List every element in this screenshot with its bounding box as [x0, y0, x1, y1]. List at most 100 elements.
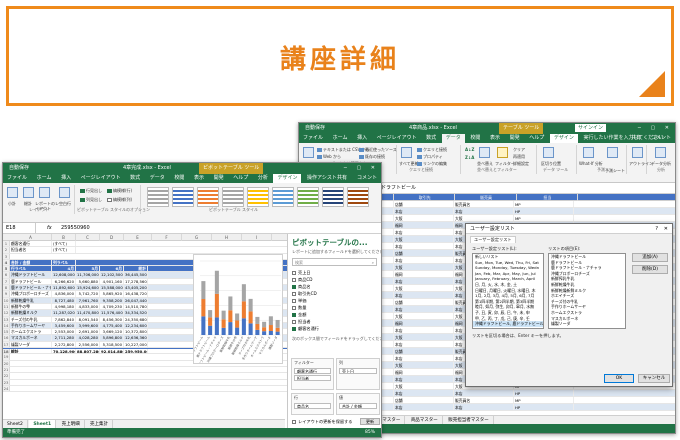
- chart-bar[interactable]: [262, 327, 267, 332]
- row-number[interactable]: 20: [3, 360, 10, 366]
- row-number[interactable]: 24: [3, 385, 10, 392]
- queries-connections-button[interactable]: クエリと接続: [417, 147, 447, 152]
- chart-bar[interactable]: [241, 318, 246, 335]
- tab-file-front[interactable]: ファイル: [3, 174, 31, 183]
- pivot-value[interactable]: 8,456,300: [100, 316, 124, 322]
- signin-button[interactable]: サインイン: [575, 124, 607, 132]
- cell-mark[interactable]: MP: [514, 215, 574, 221]
- tab-file[interactable]: ファイル: [299, 134, 327, 143]
- cell-store[interactable]: 本店: [394, 243, 454, 249]
- sort-button[interactable]: 並べ替え: [477, 161, 493, 166]
- values-area[interactable]: 値 合計 / 金額: [336, 393, 380, 415]
- from-web-button[interactable]: Web から: [317, 154, 341, 159]
- pivot-value[interactable]: 2,711,280: [52, 335, 76, 341]
- autosave-label-front[interactable]: 自動保存: [9, 165, 29, 171]
- pivot-value[interactable]: 4,028,280: [76, 335, 100, 341]
- cell-staff[interactable]: 販売員名: [454, 201, 514, 207]
- row-number[interactable]: 23: [3, 379, 10, 385]
- row-number[interactable]: 22: [3, 373, 10, 379]
- cell-store[interactable]: 大阪: [394, 264, 454, 270]
- tab-help[interactable]: ヘルプ: [525, 134, 548, 143]
- pivot-value[interactable]: 10,227,000: [124, 341, 148, 347]
- cell-staff[interactable]: 本店: [454, 404, 514, 410]
- share-button[interactable]: 共有: [627, 134, 645, 143]
- rows-area[interactable]: 行 商品名: [291, 393, 334, 415]
- share-button-front[interactable]: 共有: [333, 174, 351, 183]
- chart-bar[interactable]: [275, 319, 280, 328]
- pivot-value[interactable]: 2,556,000: [76, 341, 100, 347]
- pivot-value[interactable]: 8,727,480: [52, 297, 76, 303]
- cell-store[interactable]: 本店: [394, 208, 454, 214]
- tab-formulas[interactable]: 数式: [422, 134, 440, 143]
- chart-bar[interactable]: [275, 327, 280, 332]
- column-letter[interactable]: I: [242, 234, 272, 241]
- window-buttons-front[interactable]: ─ ▢ ✕: [344, 163, 379, 174]
- tab-data-front[interactable]: データ: [146, 174, 169, 183]
- field-checkbox[interactable]: 取引先CD: [288, 290, 381, 297]
- data-analysis-button[interactable]: データ分析: [651, 161, 671, 166]
- zoom-level[interactable]: 85%: [365, 428, 375, 437]
- tab-view[interactable]: 表示: [486, 134, 504, 143]
- pivot-value[interactable]: 9,358,200: [100, 297, 124, 303]
- pivot-value[interactable]: 2,553,000: [52, 329, 76, 335]
- pivot-value[interactable]: 36,445,500: [124, 272, 148, 278]
- delete-button[interactable]: 削除(D): [632, 265, 668, 274]
- pivot-total-value[interactable]: 70,128,900: [52, 349, 76, 354]
- pivot-value[interactable]: 4,833,000: [76, 303, 100, 310]
- row-number[interactable]: 9: [3, 291, 10, 297]
- pivot-row-label[interactable]: 沖縄ドラフトビール: [10, 272, 52, 278]
- cell-store[interactable]: 大阪: [394, 362, 454, 368]
- pivot-row-label[interactable]: 沖縄プロボーロチーズ: [10, 291, 52, 297]
- pivot-value[interactable]: 5,318,500: [100, 341, 124, 347]
- text-to-columns-button[interactable]: 区切り位置: [541, 161, 561, 166]
- custom-list-item[interactable]: 1月, 2月, 3月, 4月, 5月, 6月, 7月: [473, 293, 543, 299]
- sheet-tab-front-2[interactable]: 売上明細: [58, 420, 85, 428]
- row-number[interactable]: 6: [3, 272, 10, 278]
- row-number[interactable]: 18: [3, 349, 10, 354]
- pivot-value[interactable]: 8,091,540: [76, 316, 100, 322]
- pivot-value[interactable]: 4,901,160: [100, 278, 124, 285]
- style-swatch[interactable]: [347, 187, 369, 207]
- filter-label[interactable]: 顧客名通行: [10, 241, 52, 247]
- pivot-total-label[interactable]: 総計: [10, 349, 52, 354]
- pivot-row-label[interactable]: 新鮮乾燥牛乳: [10, 297, 52, 303]
- cell-mark[interactable]: HP: [514, 404, 574, 410]
- chart-bar[interactable]: [255, 329, 260, 335]
- sheet-grid-front[interactable]: ABCDEFGHI 1 顧客名通行 (すべて) 2 担当者名 (すべて) 3 4 合計 / 金額…: [3, 234, 287, 419]
- tab-review[interactable]: 校閲: [466, 134, 484, 143]
- cell-store[interactable]: 大阪: [394, 285, 454, 291]
- pivot-value[interactable]: 16,438,720: [124, 291, 148, 297]
- pivot-column-head[interactable]: 4月: [52, 266, 76, 272]
- column-letter[interactable]: D: [100, 234, 124, 241]
- tab-insert[interactable]: 挿入: [353, 134, 371, 143]
- cell-store[interactable]: 本店: [394, 341, 454, 347]
- row-number[interactable]: 13: [3, 316, 10, 322]
- banded-columns-checkbox[interactable]: 縞模様(列): [107, 197, 132, 202]
- field-checkbox[interactable]: 商品名: [288, 283, 381, 290]
- cell-mark[interactable]: MP: [514, 201, 574, 207]
- checkbox-icon[interactable]: [292, 285, 296, 289]
- style-swatch[interactable]: [222, 187, 244, 207]
- column-letter[interactable]: E: [124, 234, 152, 241]
- chart-bar[interactable]: [241, 301, 246, 319]
- cell-store[interactable]: 福岡: [394, 222, 454, 228]
- row-headers-checkbox[interactable]: 行見出し: [80, 188, 102, 193]
- row-number[interactable]: 2: [3, 247, 10, 253]
- tab-developer-front[interactable]: 開発: [210, 174, 228, 183]
- cell-store[interactable]: 本店: [394, 278, 454, 284]
- pivot-total-value[interactable]: 259,950,060: [124, 349, 148, 354]
- column-letter[interactable]: A: [10, 234, 52, 241]
- cell-store[interactable]: 本店: [394, 376, 454, 382]
- list-entries-textbox[interactable]: 沖縄ドラフトビール 鹿ドラフトビール 鹿ドラフトビール・ナチャラ 沖縄プロボーロチーズ…: [548, 253, 626, 329]
- pivot-value-label[interactable]: 合計 / 金額: [10, 259, 52, 266]
- pivot-row-label[interactable]: 鹿ドラフトビール・ナチャラ: [10, 285, 52, 291]
- tab-view-front[interactable]: 表示: [190, 174, 208, 183]
- what-if-icon[interactable]: [583, 147, 594, 158]
- chart-bar[interactable]: [262, 321, 267, 328]
- existing-connections-button[interactable]: 既存の接続: [359, 154, 385, 159]
- refresh-all-label[interactable]: すべて更新: [399, 161, 419, 166]
- row-number[interactable]: 1: [3, 241, 10, 247]
- update-button[interactable]: 更新: [360, 418, 380, 425]
- list-entry[interactable]: 燻製ソーダ: [549, 321, 625, 327]
- pivot-value[interactable]: 12,102,500: [100, 272, 124, 278]
